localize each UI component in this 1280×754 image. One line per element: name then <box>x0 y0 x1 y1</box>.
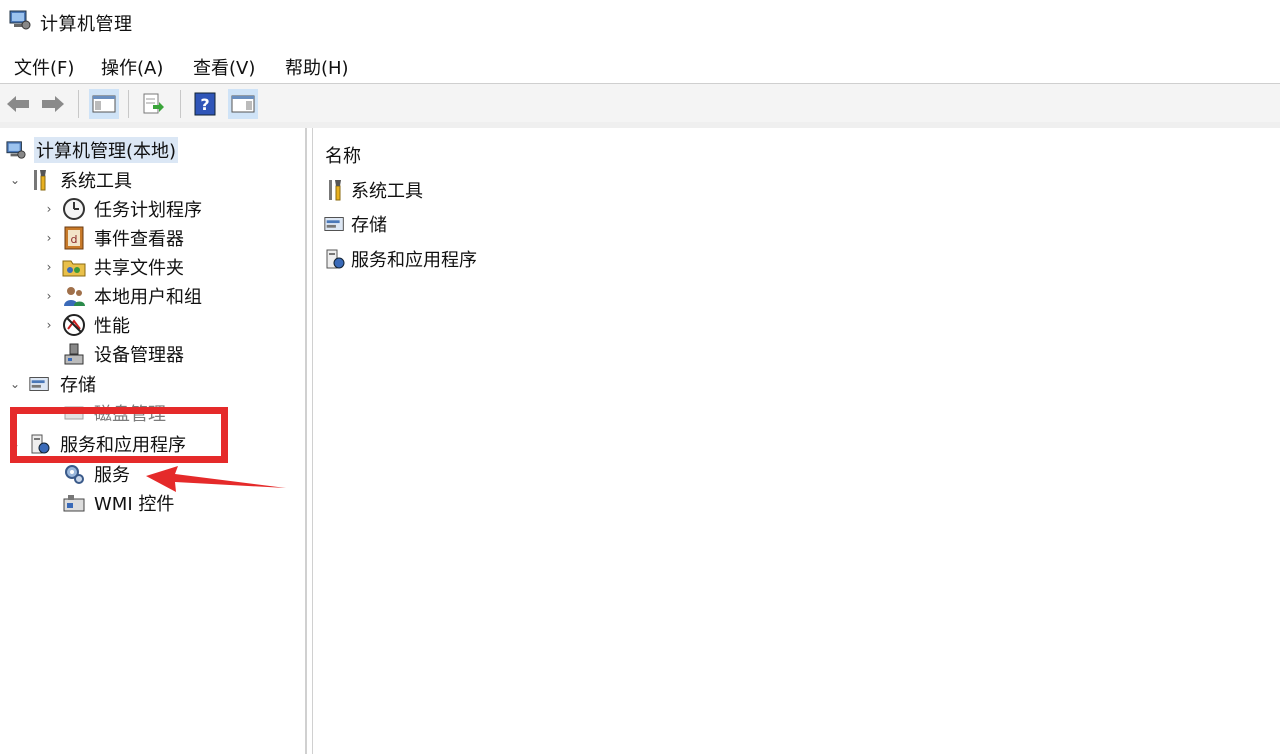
list-item-storage[interactable]: 存储 <box>323 210 387 238</box>
services-apps-icon <box>323 247 347 271</box>
annotation-arrow <box>146 466 286 492</box>
list-item-label: 存储 <box>351 215 387 236</box>
tools-icon <box>323 178 347 202</box>
list-item-label: 服务和应用程序 <box>351 250 477 271</box>
column-header-name[interactable]: 名称 <box>325 142 361 168</box>
details-pane[interactable]: 名称 系统工具 存储 服务和应用程序 <box>312 128 1280 754</box>
list-item-label: 系统工具 <box>351 181 423 202</box>
storage-icon <box>323 212 347 236</box>
list-item-services-and-applications[interactable]: 服务和应用程序 <box>323 245 477 273</box>
list-item-system-tools[interactable]: 系统工具 <box>323 176 423 204</box>
